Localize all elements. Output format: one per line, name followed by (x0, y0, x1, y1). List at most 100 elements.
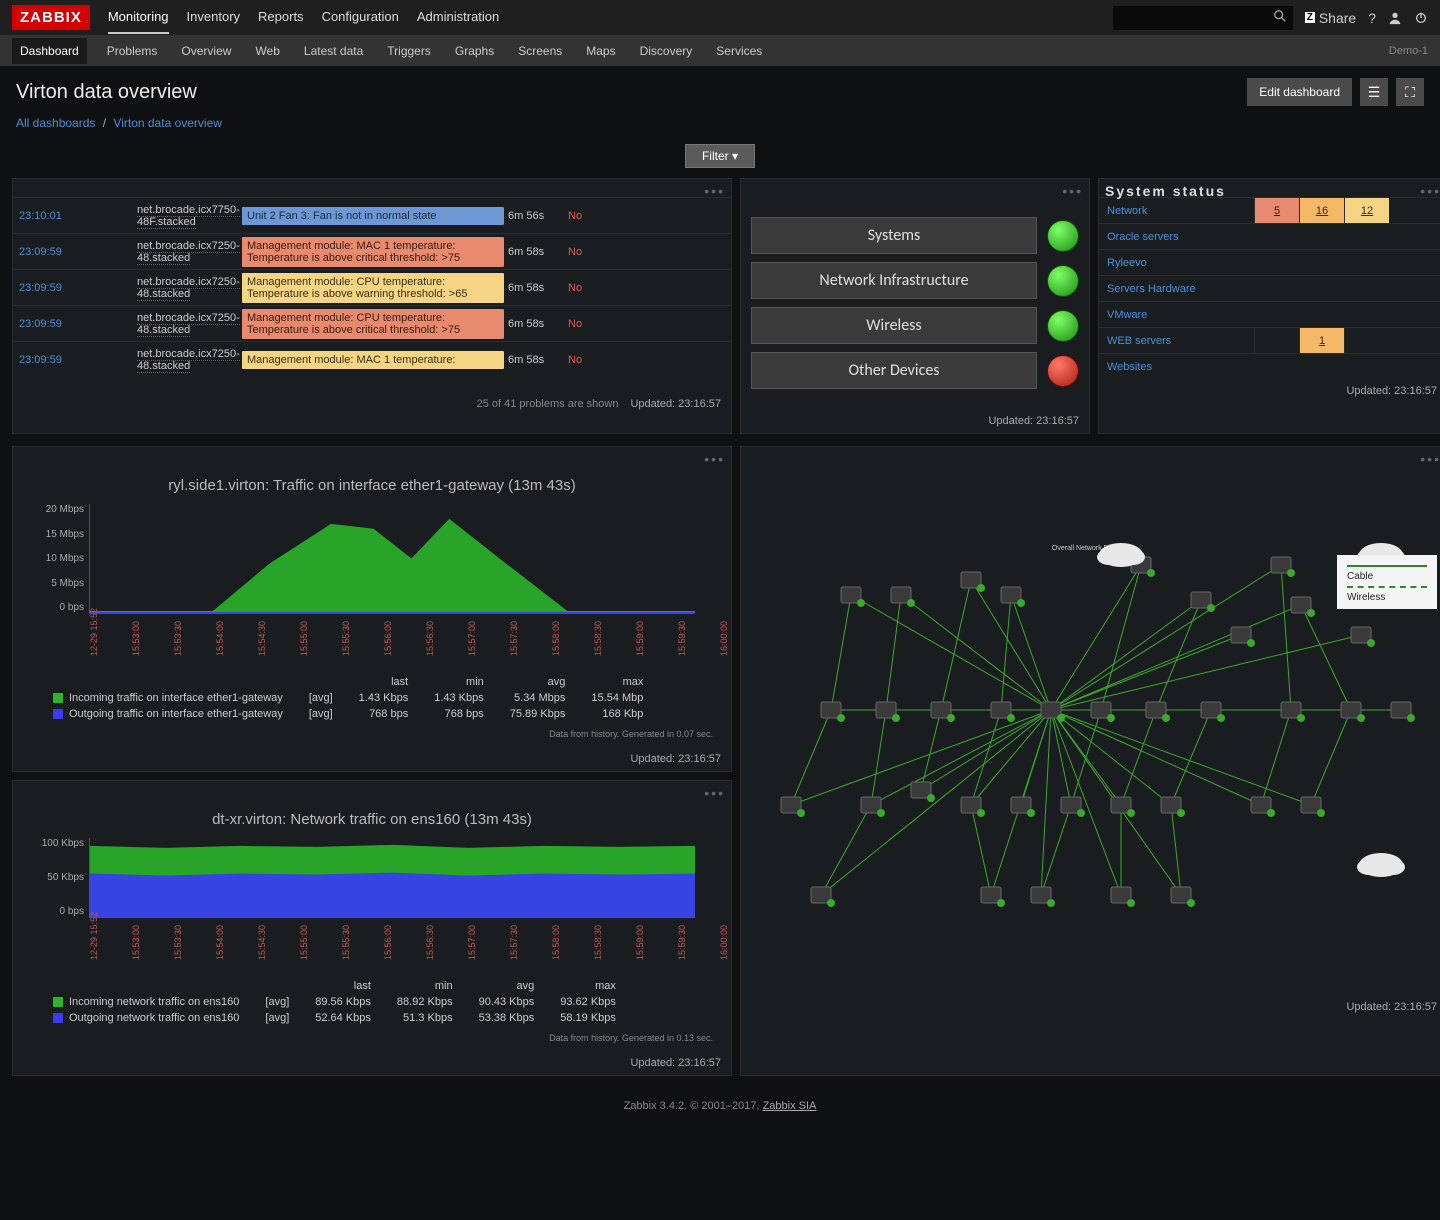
problem-row[interactable]: 23:09:59 net.brocade.icx7250-48.stacked … (13, 269, 731, 305)
problem-description[interactable]: Management module: MAC 1 temperature: (242, 351, 504, 369)
menu-icon[interactable]: ☰ (1360, 78, 1388, 106)
network-map-canvas[interactable]: Overall Network Diagram Cable Wireless (741, 465, 1440, 995)
subnav-problems[interactable]: Problems (103, 38, 162, 64)
user-icon[interactable] (1388, 11, 1402, 25)
problem-host[interactable]: net.brocade.icx7250-48.stacked (133, 238, 238, 266)
sys-group-link[interactable]: Network (1107, 205, 1147, 217)
map-node[interactable] (821, 702, 845, 722)
map-node[interactable] (811, 887, 835, 907)
map-node[interactable] (781, 797, 805, 817)
subnav-services[interactable]: Services (712, 38, 766, 64)
map-node[interactable] (1251, 797, 1275, 817)
map-node[interactable] (991, 702, 1015, 722)
widget-menu-icon[interactable]: ••• (704, 451, 725, 461)
status-label[interactable]: Systems (751, 217, 1037, 254)
problem-ack[interactable]: No (568, 354, 598, 366)
problem-host[interactable]: net.brocade.icx7250-48.stacked (133, 346, 238, 374)
widget-menu-icon[interactable]: ••• (704, 785, 725, 795)
map-node[interactable] (1111, 887, 1135, 907)
map-node[interactable] (1111, 797, 1135, 817)
chart-canvas[interactable]: 100 Kbps50 Kbps0 bps (89, 838, 695, 918)
subnav-dashboard[interactable]: Dashboard (12, 38, 87, 64)
sys-group-link[interactable]: Websites (1107, 361, 1152, 373)
help-icon[interactable]: ? (1368, 10, 1376, 26)
sys-cell[interactable]: 16 (1299, 198, 1344, 223)
map-node[interactable] (1281, 702, 1305, 722)
problem-ack[interactable]: No (568, 282, 598, 294)
sys-group-link[interactable]: Ryleevo (1107, 257, 1147, 269)
problem-row[interactable]: 23:09:59 net.brocade.icx7250-48.stacked … (13, 341, 731, 377)
map-node[interactable] (1011, 797, 1035, 817)
map-node[interactable] (1061, 797, 1085, 817)
map-node[interactable] (876, 702, 900, 722)
sys-cell[interactable]: 12 (1344, 198, 1389, 223)
sys-cell[interactable]: 1 (1299, 328, 1344, 353)
widget-menu-icon[interactable]: ••• (704, 183, 725, 193)
sys-group-link[interactable]: VMware (1107, 309, 1147, 321)
filter-toggle[interactable]: Filter ▾ (685, 144, 755, 168)
chart-canvas[interactable]: 20 Mbps15 Mbps10 Mbps5 Mbps0 bps (89, 504, 695, 614)
map-node[interactable] (1341, 702, 1365, 722)
map-node[interactable] (1231, 627, 1255, 647)
map-node[interactable] (1031, 887, 1055, 907)
sys-group-link[interactable]: Oracle servers (1107, 231, 1179, 243)
breadcrumb-all[interactable]: All dashboards (16, 116, 95, 130)
map-node[interactable] (1271, 557, 1295, 577)
map-node[interactable] (1201, 702, 1225, 722)
problem-description[interactable]: Unit 2 Fan 3: Fan is not in normal state (242, 207, 504, 225)
map-node[interactable] (1291, 597, 1315, 617)
map-node[interactable] (1091, 702, 1115, 722)
subnav-discovery[interactable]: Discovery (636, 38, 697, 64)
subnav-graphs[interactable]: Graphs (451, 38, 498, 64)
map-node[interactable] (981, 887, 1005, 907)
problem-description[interactable]: Management module: CPU temperature: Temp… (242, 309, 504, 339)
widget-menu-icon[interactable]: ••• (1062, 183, 1083, 193)
problem-ack[interactable]: No (568, 318, 598, 330)
map-node[interactable] (1191, 592, 1215, 612)
problem-host[interactable]: net.brocade.icx7250-48.stacked (133, 310, 238, 338)
problem-description[interactable]: Management module: MAC 1 temperature: Te… (242, 237, 504, 267)
edit-dashboard-button[interactable]: Edit dashboard (1247, 78, 1352, 106)
subnav-overview[interactable]: Overview (177, 38, 235, 64)
map-node[interactable] (911, 782, 935, 802)
problem-host[interactable]: net.brocade.icx7750-48F.stacked (133, 202, 238, 230)
status-label[interactable]: Other Devices (751, 352, 1037, 389)
map-node[interactable] (1161, 797, 1185, 817)
map-node[interactable] (841, 587, 865, 607)
problem-host[interactable]: net.brocade.icx7250-48.stacked (133, 274, 238, 302)
power-icon[interactable] (1414, 11, 1428, 25)
map-node[interactable] (1301, 797, 1325, 817)
problem-ack[interactable]: No (568, 246, 598, 258)
problem-row[interactable]: 23:09:59 net.brocade.icx7250-48.stacked … (13, 233, 731, 269)
subnav-maps[interactable]: Maps (582, 38, 619, 64)
map-node[interactable] (931, 702, 955, 722)
sys-group-link[interactable]: WEB servers (1107, 335, 1171, 347)
map-node[interactable] (1391, 702, 1415, 722)
topnav-reports[interactable]: Reports (258, 1, 304, 34)
widget-menu-icon[interactable]: ••• (1420, 183, 1440, 193)
status-label[interactable]: Wireless (751, 307, 1037, 344)
subnav-screens[interactable]: Screens (514, 38, 566, 64)
breadcrumb-current[interactable]: Virton data overview (113, 116, 222, 130)
fullscreen-icon[interactable]: ⛶ (1396, 78, 1424, 106)
sys-group-link[interactable]: Servers Hardware (1107, 283, 1196, 295)
topnav-administration[interactable]: Administration (417, 1, 499, 34)
topnav-monitoring[interactable]: Monitoring (108, 1, 169, 34)
map-node[interactable] (1351, 627, 1375, 647)
share-button[interactable]: Z Share (1305, 10, 1356, 26)
map-node[interactable] (961, 572, 985, 592)
logo[interactable]: ZABBIX (12, 5, 90, 30)
problem-ack[interactable]: No (568, 210, 598, 222)
map-node[interactable] (861, 797, 885, 817)
map-node[interactable] (891, 587, 915, 607)
problem-row[interactable]: 23:09:59 net.brocade.icx7250-48.stacked … (13, 305, 731, 341)
footer-link[interactable]: Zabbix SIA (763, 1100, 817, 1112)
map-node[interactable] (1171, 887, 1195, 907)
subnav-triggers[interactable]: Triggers (383, 38, 435, 64)
status-label[interactable]: Network Infrastructure (751, 262, 1037, 299)
map-node[interactable] (1001, 587, 1025, 607)
subnav-latest-data[interactable]: Latest data (300, 38, 367, 64)
problem-description[interactable]: Management module: CPU temperature: Temp… (242, 273, 504, 303)
sys-cell[interactable]: 5 (1254, 198, 1299, 223)
map-node[interactable] (1146, 702, 1170, 722)
